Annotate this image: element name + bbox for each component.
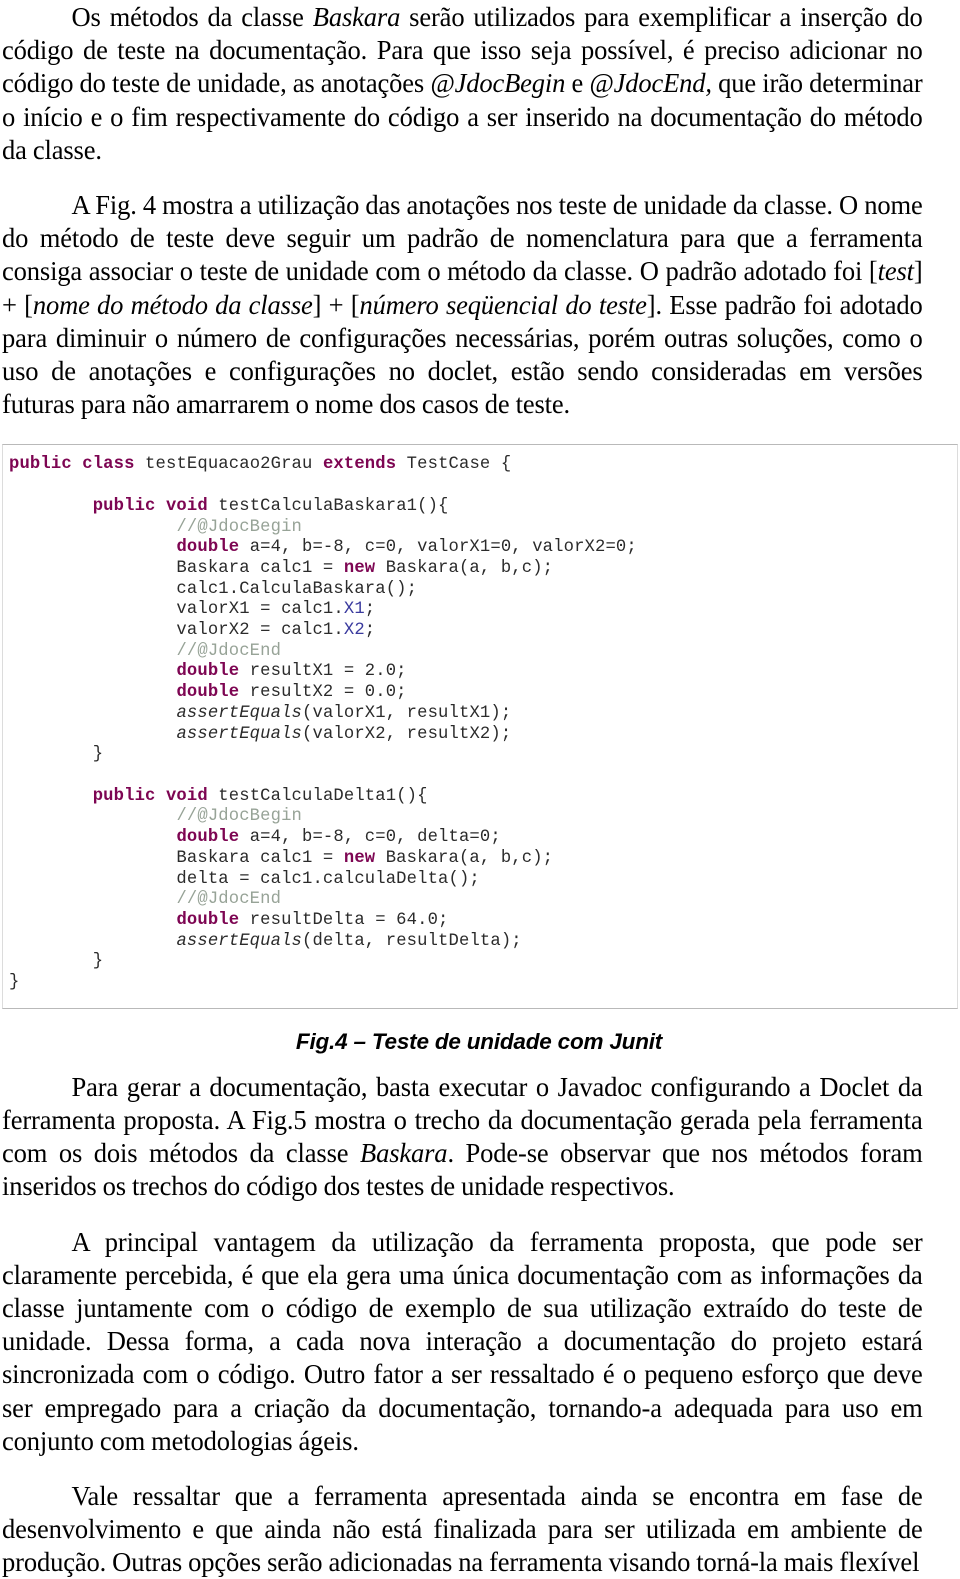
code-token: ; bbox=[364, 600, 376, 620]
code-token: extends bbox=[322, 455, 407, 475]
code-token: double bbox=[176, 683, 250, 703]
body-text: Vale ressaltar que a ferramenta apresent… bbox=[2, 1479, 923, 1578]
figure-caption: Fig.4 – Teste de unidade com Junit bbox=[295, 1028, 663, 1054]
code-token: X1 bbox=[343, 600, 365, 620]
code-token: valorX2 = calc1. bbox=[9, 621, 344, 641]
code-token: Baskara(a, b,c); bbox=[385, 558, 554, 578]
code-token: testEquacao2Grau bbox=[145, 455, 323, 475]
code-token: (delta, resultDelta); bbox=[302, 931, 522, 951]
code-token: resultDelta = 64.0; bbox=[249, 910, 449, 930]
code-token: public void bbox=[92, 496, 219, 516]
code-token: double bbox=[176, 662, 250, 682]
code-token: valorX1 = calc1. bbox=[9, 600, 344, 620]
emphasis-text: @JdocBegin bbox=[430, 67, 566, 99]
code-token: resultX2 = 0.0; bbox=[249, 683, 407, 703]
code-token: delta = calc1.calculaDelta(); bbox=[9, 869, 480, 889]
code-token: resultX1 = 2.0; bbox=[249, 662, 407, 682]
code-token: double bbox=[176, 828, 250, 848]
code-token: } bbox=[9, 973, 20, 993]
code-token: //@JdocEnd bbox=[176, 641, 282, 661]
emphasis-text: Baskara bbox=[359, 1137, 448, 1169]
code-token: a=4, b=-8, c=0, valorX1=0, valorX2=0; bbox=[249, 538, 637, 558]
emphasis-text: @JdocEnd, bbox=[589, 67, 712, 99]
code-token: assertEquals bbox=[176, 724, 303, 744]
body-text: A Fig. 4 mostra a utilização das anotaçõ… bbox=[2, 189, 923, 287]
emphasis-text: test bbox=[877, 255, 914, 287]
code-token: //@JdocBegin bbox=[176, 517, 303, 537]
code-token: testCalculaBaskara1(){ bbox=[218, 496, 449, 516]
paragraph-vale-ressaltar: Vale ressaltar que a ferramenta apresent… bbox=[2, 1479, 923, 1579]
paragraph-spacer-3 bbox=[2, 1457, 956, 1479]
code-token: double bbox=[176, 910, 250, 930]
code-token: //@JdocEnd bbox=[176, 890, 282, 910]
code-token: X2 bbox=[343, 621, 365, 641]
code-token: } bbox=[9, 952, 104, 972]
code-token: (valorX2, resultX2); bbox=[302, 724, 512, 744]
emphasis-text: Baskara bbox=[312, 1, 401, 32]
body-text: e bbox=[565, 67, 590, 99]
paragraph-principal-vantagem: A principal vantagem da utilização da fe… bbox=[2, 1225, 923, 1457]
body-text: Os métodos da classe bbox=[71, 1, 313, 32]
body-text: A principal vantagem da utilização da fe… bbox=[2, 1225, 923, 1456]
paragraph-fig4-nomenclatura: A Fig. 4 mostra a utilização das anotaçõ… bbox=[2, 188, 923, 420]
code-token: Baskara calc1 = bbox=[9, 848, 344, 868]
code-token: Baskara(a, b,c); bbox=[385, 848, 554, 868]
emphasis-text: número seqüencial do teste bbox=[359, 288, 647, 320]
document-page: Os métodos da classe Baskara serão utili… bbox=[0, 0, 960, 1577]
code-token: //@JdocBegin bbox=[176, 807, 303, 827]
body-text: ] + [ bbox=[312, 288, 360, 320]
code-token: TestCase { bbox=[406, 455, 512, 475]
code-token: (valorX1, resultX1); bbox=[302, 703, 512, 723]
code-token: ; bbox=[364, 621, 376, 641]
code-token: public void bbox=[92, 786, 219, 806]
code-token: double bbox=[176, 538, 250, 558]
code-token: testCalculaDelta1(){ bbox=[218, 786, 428, 806]
code-token: } bbox=[9, 745, 104, 765]
emphasis-text: nome do método da classe bbox=[32, 288, 313, 320]
code-token: assertEquals bbox=[176, 931, 303, 951]
paragraph-spacer-2 bbox=[2, 1203, 956, 1225]
code-figure-block: public class testEquacao2Grau extends Te… bbox=[2, 444, 958, 1009]
paragraph-baskara-intro: Os métodos da classe Baskara serão utili… bbox=[2, 0, 923, 166]
paragraph-gerar-documentacao: Para gerar a documentação, basta executa… bbox=[2, 1070, 923, 1203]
code-token: assertEquals bbox=[176, 703, 303, 723]
code-token: new bbox=[343, 848, 386, 868]
code-token: a=4, b=-8, c=0, delta=0; bbox=[249, 828, 501, 848]
code-token: new bbox=[343, 558, 386, 578]
code-listing: public class testEquacao2Grau extends Te… bbox=[9, 455, 951, 993]
code-token: public class bbox=[9, 455, 146, 475]
code-token: Baskara calc1 = bbox=[9, 558, 344, 578]
code-token: calc1.CalculaBaskara(); bbox=[9, 579, 418, 599]
